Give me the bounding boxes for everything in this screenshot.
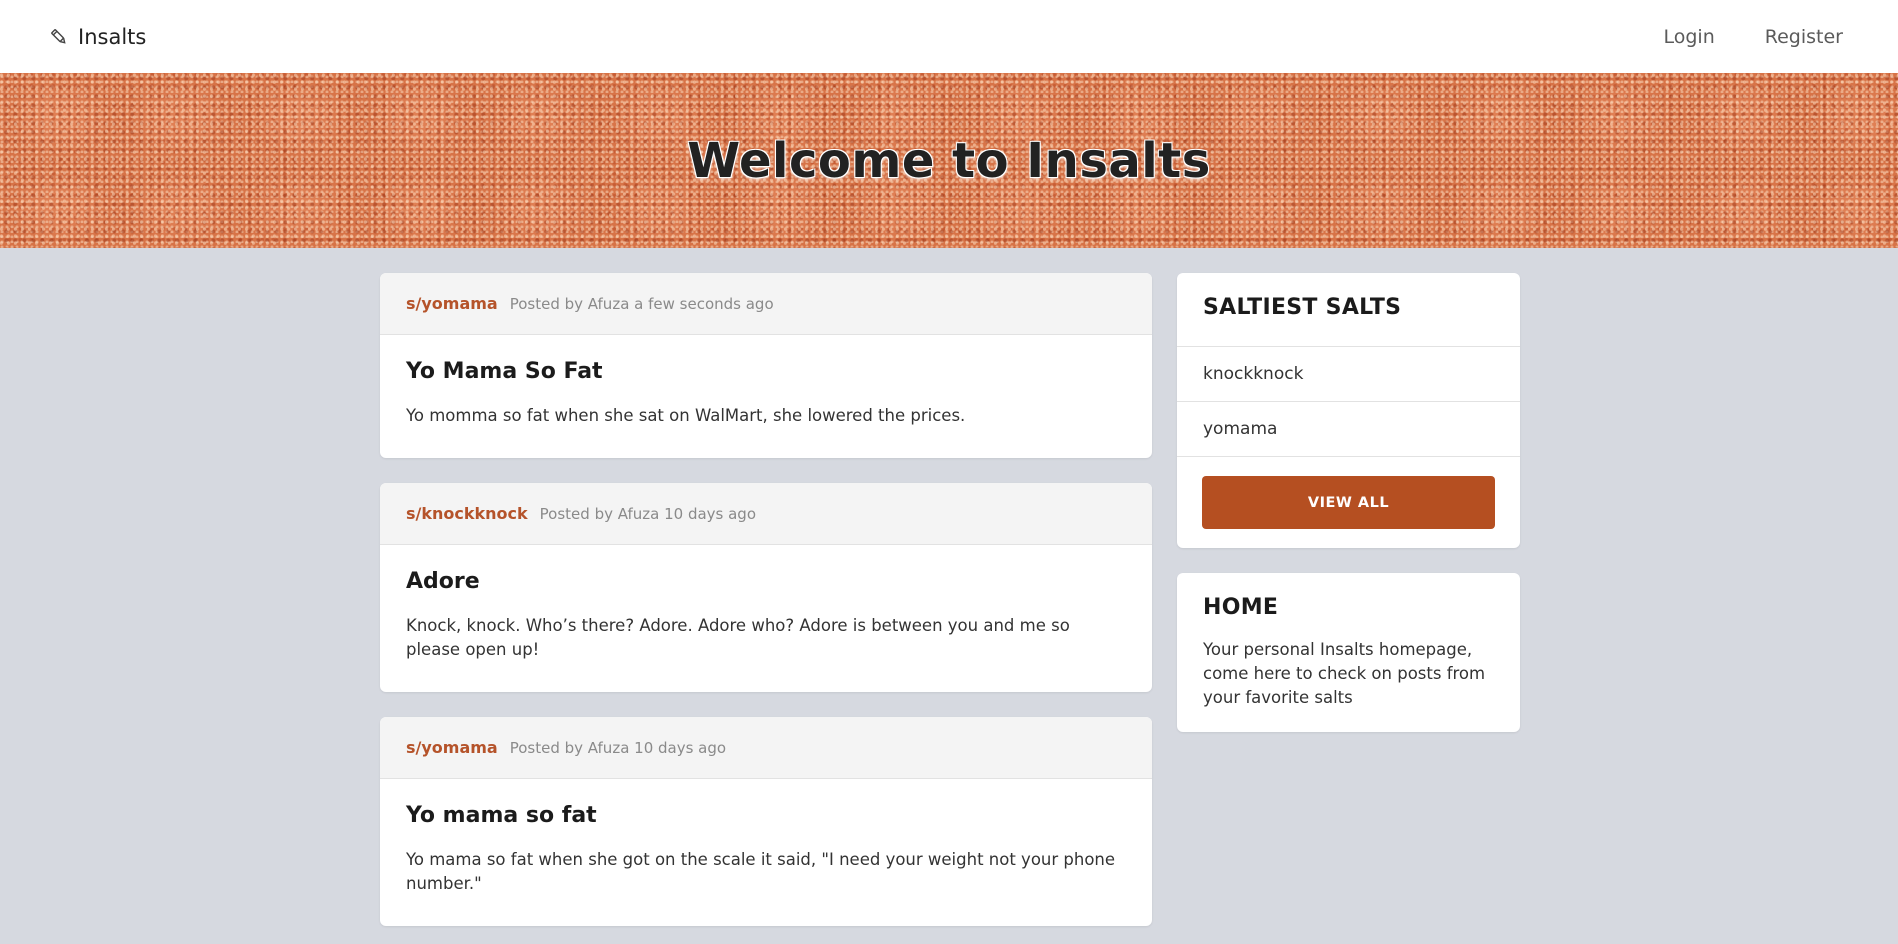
post-text: Yo momma so fat when she sat on WalMart,… bbox=[406, 406, 966, 425]
saltiest-salts-title: SALTIEST SALTS bbox=[1203, 295, 1402, 320]
post-header: s/yomama Posted by Afuza 10 days ago bbox=[380, 717, 1152, 779]
post-body: Yo Mama So Fat Yo momma so fat when she … bbox=[380, 335, 1152, 458]
post-body: Adore Knock, knock. Who’s there? Adore. … bbox=[380, 545, 1152, 692]
post-text: Yo mama so fat when she got on the scale… bbox=[406, 850, 1116, 893]
post-header: s/knockknock Posted by Afuza 10 days ago bbox=[380, 483, 1152, 545]
brand-link[interactable]: Insalts bbox=[50, 25, 146, 49]
nav-links: Login Register bbox=[1664, 26, 1844, 48]
post-subreddit-link[interactable]: s/yomama bbox=[406, 738, 498, 757]
home-title: HOME bbox=[1203, 595, 1279, 620]
login-link[interactable]: Login bbox=[1664, 26, 1715, 48]
sidebar: SALTIEST SALTS knockknock yomama VIEW AL… bbox=[1177, 273, 1520, 926]
main-content: s/yomama Posted by Afuza a few seconds a… bbox=[380, 273, 1520, 926]
post-meta: Posted by Afuza 10 days ago bbox=[539, 504, 757, 523]
brand-name: Insalts bbox=[78, 24, 147, 49]
salt-item-yomama[interactable]: yomama bbox=[1177, 401, 1520, 456]
post-title[interactable]: Yo Mama So Fat bbox=[406, 359, 1126, 384]
saltiest-salts-card: SALTIEST SALTS knockknock yomama VIEW AL… bbox=[1177, 273, 1520, 548]
saltiest-salts-footer: VIEW ALL bbox=[1177, 456, 1520, 548]
post-feed: s/yomama Posted by Afuza a few seconds a… bbox=[380, 273, 1152, 926]
post-card: s/yomama Posted by Afuza 10 days ago Yo … bbox=[380, 717, 1152, 926]
post-subreddit-link[interactable]: s/knockknock bbox=[406, 504, 528, 523]
navbar: Insalts Login Register bbox=[0, 0, 1898, 73]
post-meta: Posted by Afuza 10 days ago bbox=[509, 738, 727, 757]
register-link[interactable]: Register bbox=[1765, 26, 1843, 48]
hero-banner: Welcome to Insalts bbox=[0, 73, 1898, 248]
view-all-button[interactable]: VIEW ALL bbox=[1202, 476, 1495, 529]
pencil-icon bbox=[50, 28, 68, 46]
post-header: s/yomama Posted by Afuza a few seconds a… bbox=[380, 273, 1152, 335]
home-description: Your personal Insalts homepage, come her… bbox=[1203, 640, 1486, 707]
post-card: s/yomama Posted by Afuza a few seconds a… bbox=[380, 273, 1152, 458]
home-card: HOME Your personal Insalts homepage, com… bbox=[1177, 573, 1520, 732]
hero-title: Welcome to Insalts bbox=[687, 132, 1211, 189]
post-title[interactable]: Adore bbox=[406, 569, 1126, 594]
post-meta: Posted by Afuza a few seconds ago bbox=[509, 294, 774, 313]
salt-item-knockknock[interactable]: knockknock bbox=[1177, 346, 1520, 401]
post-title[interactable]: Yo mama so fat bbox=[406, 803, 1126, 828]
post-text: Knock, knock. Who’s there? Adore. Adore … bbox=[406, 616, 1070, 659]
post-subreddit-link[interactable]: s/yomama bbox=[406, 294, 498, 313]
post-card: s/knockknock Posted by Afuza 10 days ago… bbox=[380, 483, 1152, 692]
post-body: Yo mama so fat Yo mama so fat when she g… bbox=[380, 779, 1152, 926]
